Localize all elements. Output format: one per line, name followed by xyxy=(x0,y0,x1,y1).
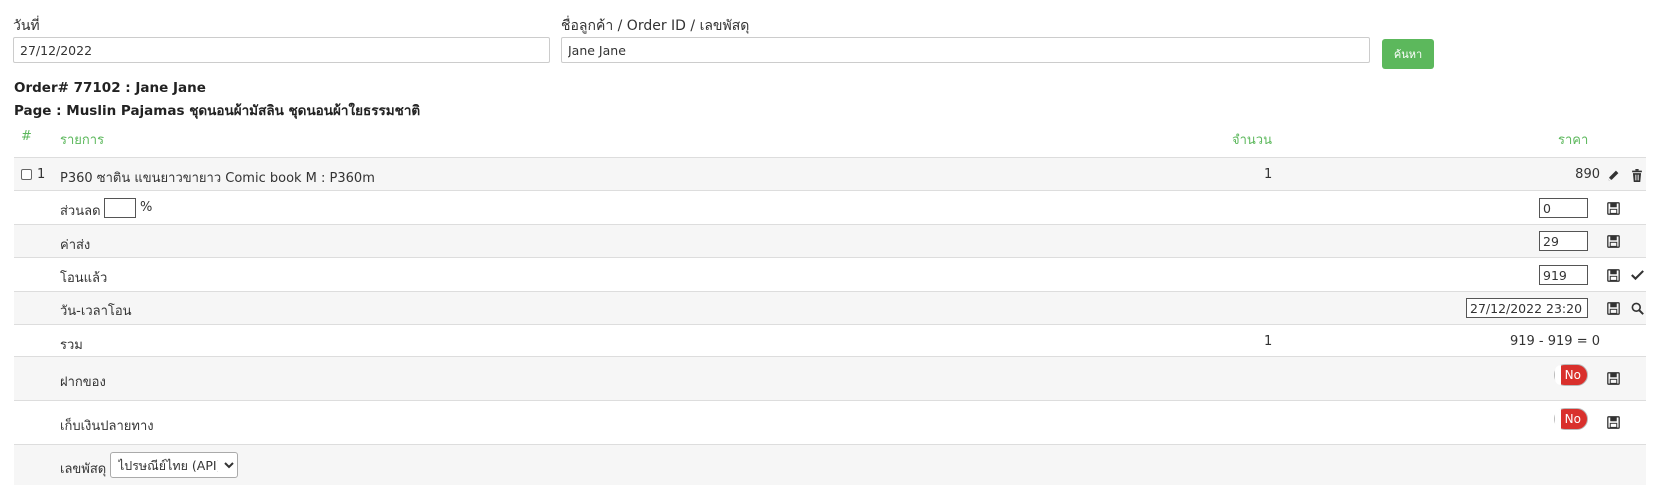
pencil-icon[interactable] xyxy=(1606,168,1620,182)
header-num: # xyxy=(21,129,32,144)
total-qty: 1 xyxy=(1264,334,1273,349)
item-index: 1 xyxy=(37,167,46,182)
search-icon[interactable] xyxy=(1630,301,1644,315)
carrier-select[interactable]: ไปรษณีย์ไทย (API) xyxy=(110,452,238,478)
table-row-cod: เก็บเงินปลายทาง No xyxy=(14,400,1646,444)
cod-toggle[interactable]: No xyxy=(1554,408,1588,430)
cod-label: เก็บเงินปลายทาง xyxy=(60,419,154,434)
header-item: รายการ xyxy=(60,133,105,148)
save-icon[interactable] xyxy=(1606,301,1620,315)
save-icon[interactable] xyxy=(1606,415,1620,429)
cod-toggle-label: No xyxy=(1564,412,1581,426)
order-title: Order# 77102 : Jane Jane xyxy=(14,80,206,96)
total-value: 919 - 919 = 0 xyxy=(1509,334,1600,349)
check-icon[interactable] xyxy=(1630,268,1644,282)
table-header: # รายการ จำนวน ราคา xyxy=(14,124,1646,156)
discount-percent-input[interactable] xyxy=(104,198,136,218)
toggle-knob xyxy=(1555,409,1561,429)
tracking-label: เลขพัสดุ xyxy=(60,462,107,477)
deposit-toggle-label: No xyxy=(1564,368,1581,382)
item-price: 890 xyxy=(1575,167,1600,182)
total-label: รวม xyxy=(60,338,83,353)
date-input[interactable] xyxy=(13,37,550,63)
transferred-input[interactable] xyxy=(1539,265,1588,285)
shipping-label: ค่าส่ง xyxy=(60,238,91,253)
date-label: วันที่ xyxy=(13,18,40,34)
transferred-label: โอนแล้ว xyxy=(60,271,108,286)
search-input[interactable] xyxy=(561,37,1370,63)
save-icon[interactable] xyxy=(1606,371,1620,385)
save-icon[interactable] xyxy=(1606,268,1620,282)
transfer-datetime-label: วัน-เวลาโอน xyxy=(60,304,132,319)
discount-value-input[interactable] xyxy=(1539,198,1588,218)
item-name: P360 ซาติน แขนยาวขายาว Comic book M : P3… xyxy=(60,171,375,186)
header-price: ราคา xyxy=(1558,133,1589,148)
shipping-input[interactable] xyxy=(1539,231,1588,251)
table-row-item: 1 P360 ซาติน แขนยาวขายาว Comic book M : … xyxy=(14,157,1646,190)
percent-sign: % xyxy=(140,200,153,215)
discount-label: ส่วนลด xyxy=(60,204,101,219)
table-row-transferred: โอนแล้ว xyxy=(14,257,1646,291)
table-row-deposit: ฝากของ No xyxy=(14,356,1646,400)
table-row-tracking: เลขพัสดุ ไปรษณีย์ไทย (API) xyxy=(14,444,1646,485)
item-qty: 1 xyxy=(1264,167,1273,182)
save-icon[interactable] xyxy=(1606,201,1620,215)
item-checkbox[interactable] xyxy=(21,169,32,180)
order-page: Page : Muslin Pajamas ชุดนอนผ้ามัสลิน ชุ… xyxy=(14,103,421,119)
trash-icon[interactable] xyxy=(1630,168,1644,182)
header-qty: จำนวน xyxy=(1232,133,1272,148)
query-label: ชื่อลูกค้า / Order ID / เลขพัสดุ xyxy=(561,18,750,34)
table-row-discount: ส่วนลด % xyxy=(14,190,1646,224)
table-row-shipping: ค่าส่ง xyxy=(14,224,1646,257)
transfer-datetime-input[interactable] xyxy=(1466,298,1588,318)
search-button[interactable]: ค้นหา xyxy=(1382,39,1434,69)
deposit-label: ฝากของ xyxy=(60,375,106,390)
table-row-transfer-datetime: วัน-เวลาโอน xyxy=(14,291,1646,324)
deposit-toggle[interactable]: No xyxy=(1554,364,1588,386)
table-row-total: รวม 1 919 - 919 = 0 xyxy=(14,324,1646,356)
save-icon[interactable] xyxy=(1606,234,1620,248)
toggle-knob xyxy=(1555,365,1561,385)
